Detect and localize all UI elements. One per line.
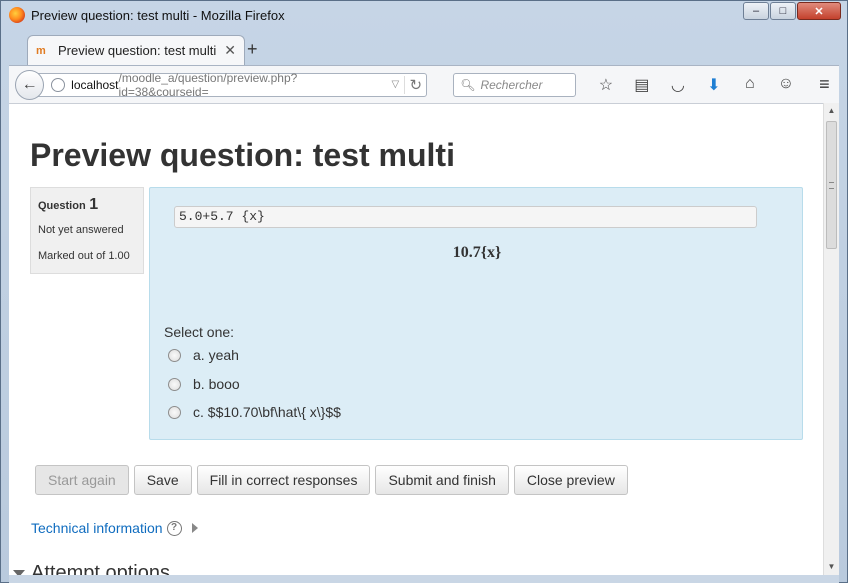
question-state: Not yet answered — [38, 224, 124, 236]
hamburger-menu-icon[interactable]: ≡ — [810, 74, 839, 95]
page-content: Preview question: test multi Question 1 … — [9, 103, 823, 575]
question-info: Question 1 Not yet answered Marked out o… — [30, 187, 144, 274]
answer-label-b: b. booo — [193, 376, 240, 392]
pocket-icon[interactable]: ◡ — [660, 75, 696, 95]
scrollbar-grip-icon — [829, 182, 834, 189]
url-dropdown-icon[interactable]: ▽ — [386, 79, 404, 90]
window-controls: – □ ✕ — [742, 2, 841, 20]
window-title: Preview question: test multi - Mozilla F… — [31, 7, 285, 23]
toolbar-icons: ☆ ▤ ◡ ⬇ ⌂ ☺ — [588, 75, 804, 95]
fill-correct-button[interactable]: Fill in correct responses — [196, 465, 371, 495]
preview-buttons: Start again Save Fill in correct respons… — [35, 465, 633, 495]
search-placeholder: Rechercher — [480, 77, 543, 92]
moodle-favicon-icon: m — [36, 44, 46, 57]
math-rendering: 10.7{x} — [452, 244, 502, 261]
answer-label-c: c. $$10.70\bf\hat\{ x\}$$ — [193, 404, 341, 420]
url-bar[interactable]: localhost /moodle_a/question/preview.php… — [38, 70, 428, 99]
tab-strip: m Preview question: test multi ✕ + — [9, 31, 839, 65]
answer-prompt: Select one: — [164, 324, 235, 340]
expand-triangle-icon[interactable] — [191, 523, 198, 533]
close-window-button[interactable]: ✕ — [797, 2, 841, 20]
answer-label-a: a. yeah — [193, 347, 239, 363]
help-icon[interactable]: ? — [166, 520, 182, 536]
tab-preview-question[interactable]: m Preview question: test multi ✕ — [27, 35, 245, 65]
scrollbar-thumb[interactable] — [826, 121, 837, 249]
scroll-up-icon[interactable]: ▲ — [824, 103, 839, 119]
question-number-value: 1 — [89, 196, 99, 213]
radio-a[interactable] — [168, 348, 181, 362]
reading-list-icon[interactable]: ▤ — [624, 75, 660, 95]
question-grade: Marked out of 1.00 — [38, 250, 130, 262]
attempt-options-header[interactable]: Attempt options — [13, 562, 170, 575]
search-icon: 🔍︎ — [460, 77, 476, 92]
tab-label: Preview question: test multi — [58, 43, 217, 58]
page-title: Preview question: test multi — [30, 137, 455, 173]
submit-finish-button[interactable]: Submit and finish — [375, 465, 509, 495]
title-bar[interactable]: Preview question: test multi - Mozilla F… — [1, 1, 847, 29]
save-button[interactable]: Save — [133, 465, 192, 495]
technical-info-label: Technical information — [31, 520, 163, 536]
home-icon[interactable]: ⌂ — [732, 75, 768, 95]
window-bottom-edge — [9, 575, 839, 583]
answer-option-c[interactable]: c. $$10.70\bf\hat\{ x\}$$ — [168, 404, 341, 420]
new-tab-button[interactable]: + — [247, 39, 258, 60]
question-formulation: 5.0+5.7 {x} 10.7{x} Select one: a. yeah … — [149, 187, 803, 440]
scroll-down-icon[interactable]: ▼ — [824, 559, 839, 575]
vertical-scrollbar[interactable]: ▲ ▼ — [823, 103, 839, 575]
attempt-options-label: Attempt options — [31, 562, 170, 575]
radio-b[interactable] — [168, 377, 181, 391]
question-label: Question — [38, 200, 86, 212]
smiley-icon[interactable]: ☺ — [768, 75, 804, 95]
minimize-button[interactable]: – — [743, 2, 769, 20]
firefox-logo-icon — [9, 7, 25, 23]
maximize-button[interactable]: □ — [770, 2, 796, 20]
close-preview-button[interactable]: Close preview — [513, 465, 628, 495]
answer-option-a[interactable]: a. yeah — [168, 347, 239, 363]
url-host: localhost — [71, 77, 119, 92]
arrow-left-icon: ← — [21, 75, 38, 93]
tab-close-icon[interactable]: ✕ — [224, 42, 236, 59]
url-path: /moodle_a/question/preview.php?id=38&cou… — [118, 70, 298, 99]
bookmark-star-icon[interactable]: ☆ — [588, 75, 624, 95]
reload-icon[interactable]: ↻ — [404, 75, 426, 94]
browser-window: Preview question: test multi - Mozilla F… — [0, 0, 848, 583]
technical-info-link[interactable]: Technical information ? — [31, 520, 198, 536]
radio-c[interactable] — [168, 405, 181, 419]
start-again-button[interactable]: Start again — [35, 465, 129, 495]
answer-option-b[interactable]: b. booo — [168, 376, 240, 392]
search-input[interactable]: 🔍︎ Rechercher — [453, 72, 576, 97]
back-button[interactable]: ← — [15, 69, 45, 100]
download-icon[interactable]: ⬇ — [696, 75, 732, 95]
globe-icon — [51, 77, 66, 92]
question-code-text: 5.0+5.7 {x} — [174, 206, 757, 228]
navigation-toolbar: ← localhost /moodle_a/question/preview.p… — [9, 65, 839, 103]
question-number: Question 1 — [38, 196, 136, 214]
